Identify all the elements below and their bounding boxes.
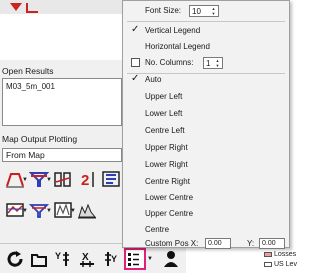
svg-text:2: 2	[81, 172, 89, 188]
vertical-legend-label: Vertical Legend	[145, 26, 201, 35]
legend-entry-label: Losses	[274, 251, 297, 258]
position-lower-centre-option[interactable]: Lower Centre	[123, 190, 289, 206]
legend-button[interactable]	[124, 248, 146, 270]
secondary-y-axis-button[interactable]: Y	[100, 248, 122, 270]
surface-button[interactable]	[76, 199, 98, 221]
two-button[interactable]: 2	[76, 168, 98, 190]
custom-pos-x-value: 0.00	[208, 240, 222, 247]
plot-tools-row-2: ▼ ▼ ▼	[4, 199, 98, 221]
surface-icon	[78, 203, 97, 219]
position-label: Upper Right	[145, 143, 188, 152]
font-size-label: Font Size:	[145, 6, 182, 15]
font-size-value: 10	[192, 7, 201, 16]
no-columns-row: No. Columns: 1 ▲ ▼	[123, 55, 289, 71]
y-axis-icon: Y	[55, 251, 69, 266]
axis-icon	[26, 3, 38, 13]
chart-icon	[102, 171, 120, 187]
custom-pos-x-label: Custom Pos X:	[145, 239, 199, 248]
triangle-icon	[10, 3, 22, 11]
profile-button[interactable]	[52, 168, 74, 190]
secondary-y-axis-icon: Y	[105, 252, 117, 266]
menu-separator	[127, 21, 285, 22]
chevron-down-icon: ▼	[147, 256, 153, 262]
legend-swatch	[264, 262, 272, 267]
profile-icon	[54, 172, 71, 187]
user-icon	[164, 251, 178, 267]
no-columns-spinner[interactable]: 1 ▲ ▼	[203, 57, 223, 69]
results-list[interactable]: M03_5m_001	[2, 78, 122, 126]
vertical-legend-option[interactable]: ✓ Vertical Legend	[123, 23, 289, 39]
no-columns-value: 1	[206, 59, 211, 68]
top-toolbar-strip	[0, 0, 122, 14]
map-layer-button[interactable]: ▼	[4, 199, 28, 221]
map-source-select[interactable]: From Map	[2, 148, 122, 162]
horizontal-legend-option[interactable]: Horizontal Legend	[123, 39, 289, 55]
network-button[interactable]: ▼	[28, 199, 52, 221]
open-results-label: Open Results	[2, 66, 54, 76]
legend-dropdown-arrow[interactable]: ▼	[146, 248, 154, 270]
legend-entry-label: US Lev	[274, 261, 297, 268]
spin-arrows-icon[interactable]: ▲ ▼	[210, 6, 217, 16]
map-output-label: Map Output Plotting	[2, 134, 78, 144]
x-axis-icon: X	[80, 252, 94, 267]
position-centre-left-option[interactable]: Centre Left	[123, 123, 289, 139]
no-columns-checkbox[interactable]	[131, 58, 140, 67]
y-axis-button[interactable]: Y	[52, 248, 74, 270]
position-label: Upper Centre	[145, 209, 194, 218]
custom-pos-y-input[interactable]: 0.00	[259, 238, 285, 249]
left-panel: Open Results M03_5m_001 Map Output Plott…	[0, 0, 122, 272]
no-columns-label: No. Columns:	[145, 58, 194, 67]
position-label: Upper Left	[145, 92, 183, 101]
position-label: Lower Right	[145, 160, 188, 169]
position-label: Centre Right	[145, 177, 190, 186]
position-label: Centre Left	[145, 126, 185, 135]
open-button[interactable]	[28, 248, 50, 270]
legend-swatch	[264, 252, 272, 257]
position-label: Centre	[145, 225, 170, 234]
custom-pos-y-label: Y:	[247, 239, 255, 248]
checkmark-icon: ✓	[131, 73, 140, 84]
svg-text:Y: Y	[111, 254, 117, 264]
legend-entry: US Lev	[264, 261, 297, 268]
font-size-row: Font Size: 10 ▲ ▼	[123, 3, 289, 19]
folder-icon	[31, 254, 47, 267]
position-label: Auto	[145, 75, 162, 84]
horizontal-legend-label: Horizontal Legend	[145, 42, 210, 51]
spin-arrows-icon[interactable]: ▲ ▼	[214, 58, 221, 68]
svg-text:Y: Y	[55, 251, 61, 261]
position-label: Lower Left	[145, 109, 183, 118]
number-two-icon: 2	[81, 172, 94, 188]
legend-entry: Losses	[264, 251, 296, 258]
custom-pos-x-input[interactable]: 0.00	[205, 238, 231, 249]
position-centre-right-option[interactable]: Centre Right	[123, 174, 289, 190]
map-source-value: From Map	[6, 150, 45, 160]
font-size-spinner[interactable]: 10 ▲ ▼	[189, 5, 219, 17]
position-upper-left-option[interactable]: Upper Left	[123, 89, 289, 105]
position-lower-left-option[interactable]: Lower Left	[123, 106, 289, 122]
legend-icon	[128, 253, 139, 266]
grid-button[interactable]: ▼	[52, 199, 76, 221]
refresh-icon	[7, 251, 23, 267]
list-item[interactable]: M03_5m_001	[6, 82, 55, 91]
x-axis-button[interactable]: X	[76, 248, 98, 270]
position-auto-option[interactable]: ✓ Auto	[123, 72, 289, 88]
panel-gap	[0, 14, 122, 60]
legend-options-menu: Font Size: 10 ▲ ▼ ✓ Vertical Legend Horiz…	[122, 0, 290, 249]
refresh-button[interactable]	[4, 248, 26, 270]
position-label: Lower Centre	[145, 193, 194, 202]
custom-pos-y-value: 0.00	[262, 240, 276, 247]
chart-button[interactable]	[100, 168, 122, 190]
position-lower-right-option[interactable]: Lower Right	[123, 157, 289, 173]
position-upper-centre-option[interactable]: Upper Centre	[123, 206, 289, 222]
flow-button[interactable]: ▼	[28, 168, 52, 190]
user-button[interactable]	[160, 248, 182, 270]
position-upper-right-option[interactable]: Upper Right	[123, 140, 289, 156]
plot-tools-row-1: ▼ ▼ 2	[4, 168, 122, 190]
hydrograph-button[interactable]: ▼	[4, 168, 28, 190]
checkmark-icon: ✓	[131, 24, 140, 35]
